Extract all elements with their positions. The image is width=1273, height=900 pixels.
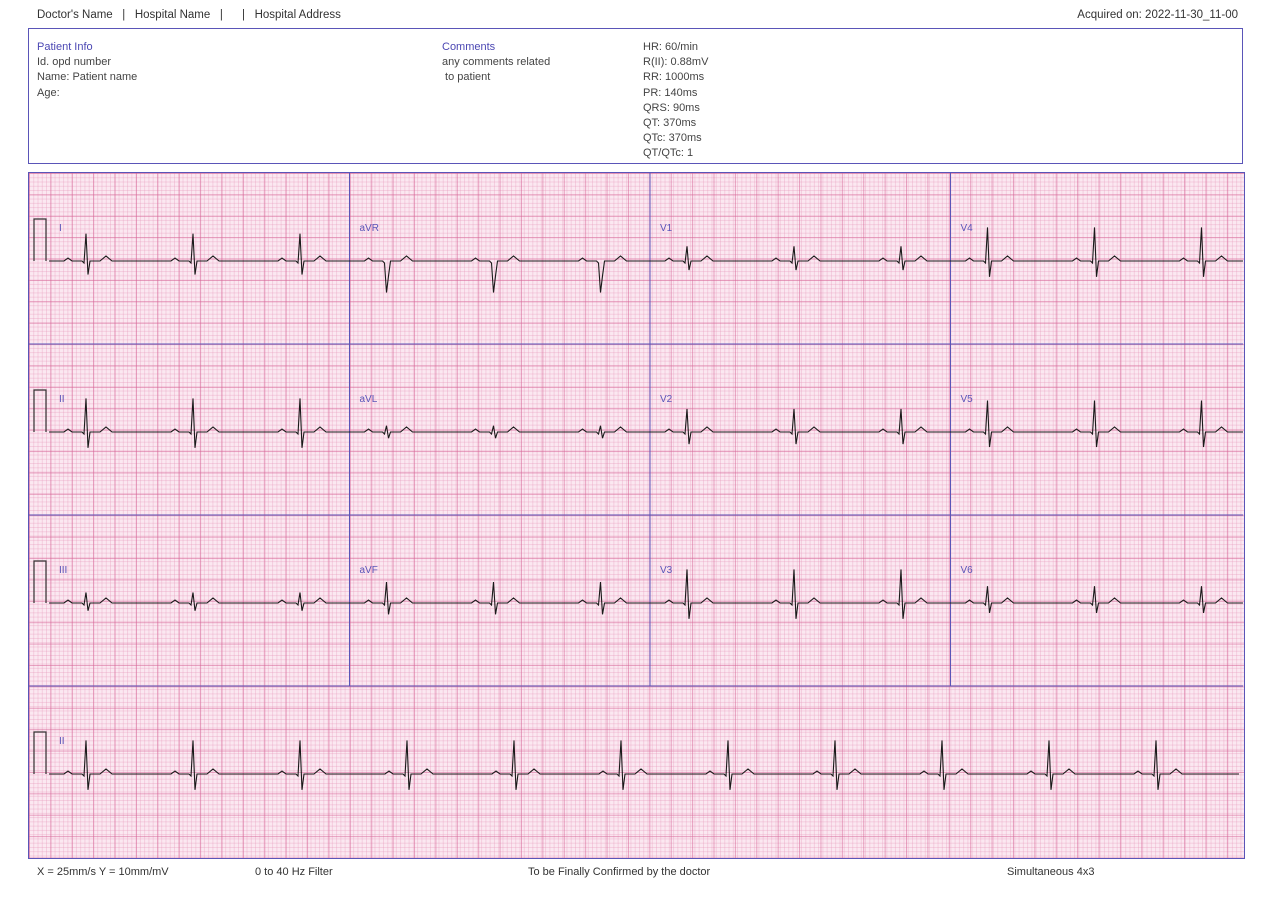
patient-name: Name: Patient name [37, 71, 138, 84]
doctor-hospital-line: Doctor's Name | Hospital Name | | Hospit… [37, 9, 341, 21]
ecg-trace-V2 [650, 408, 951, 445]
stat-qt: QT: 370ms [643, 117, 697, 130]
ecg-traces: IaVR V1 V4 II aVL V2 V5 III aVF V3 V6 II [29, 173, 1243, 790]
ecg-trace-aVL [349, 425, 650, 439]
lead-label: V4 [961, 223, 974, 234]
scale-info: X = 25mm/s Y = 10mm/mV [37, 866, 169, 878]
calibration-pulse [33, 560, 47, 603]
lead-label: I [59, 223, 62, 234]
patient-id: Id. opd number [37, 56, 111, 69]
patient-age: Age: [37, 86, 60, 99]
lead-label: III [59, 565, 67, 576]
stat-hr: HR: 60/min [643, 41, 699, 53]
calibration-pulse [33, 731, 47, 774]
lead-label: V6 [961, 565, 974, 576]
lead-label: II [59, 736, 65, 747]
lead-label: V2 [660, 394, 673, 405]
patient-info-title: Patient Info [37, 41, 93, 53]
ecg-trace-I [49, 233, 350, 275]
comments-title: Comments [442, 41, 496, 53]
lead-label: V3 [660, 565, 673, 576]
stat-qt-qtc: QT/QTc: 1 [643, 147, 694, 160]
info-box: Patient Info Id. opd number Name: Patien… [28, 28, 1243, 164]
ecg-trace-aVR [349, 255, 650, 293]
comments-section: Comments any comments related to patient [442, 40, 550, 86]
lead-label: V5 [961, 394, 974, 405]
ecg-trace-V3 [650, 569, 951, 619]
ecg-trace-aVF [349, 581, 650, 615]
comment-line: any comments related [442, 56, 551, 69]
confirmation-note: To be Finally Confirmed by the doctor [528, 866, 711, 878]
ecg-trace-V6 [950, 586, 1243, 614]
stat-qtc: QTc: 370ms [643, 132, 702, 145]
ecg-trace-V4 [950, 227, 1243, 277]
comment-line: to patient [442, 71, 491, 84]
stat-pr: PR: 140ms [643, 86, 698, 99]
stat-r-amplitude: R(II): 0.88mV [643, 56, 709, 69]
patient-info: Patient Info Id. opd number Name: Patien… [37, 40, 137, 101]
ecg-trace-II [49, 740, 1239, 790]
ecg-trace-V1 [650, 246, 951, 271]
ecg-trace-II [49, 398, 350, 448]
filter-info: 0 to 40 Hz Filter [255, 866, 333, 878]
stat-qrs: QRS: 90ms [643, 101, 700, 114]
lead-label: aVL [360, 394, 378, 405]
calibration-pulse [33, 389, 47, 432]
ecg-trace-V5 [950, 400, 1243, 448]
calibration-pulse [33, 218, 47, 261]
ecg-trace-III [49, 592, 350, 611]
lead-label: II [59, 394, 65, 405]
lead-label: aVR [360, 223, 379, 234]
lead-label: aVF [360, 565, 378, 576]
acquired-timestamp: Acquired on: 2022-11-30_11-00 [1077, 9, 1238, 21]
layout-info: Simultaneous 4x3 [1007, 866, 1095, 878]
stat-rr: RR: 1000ms [643, 71, 705, 84]
lead-label: V1 [660, 223, 673, 234]
ecg-grid: IaVR V1 V4 II aVL V2 V5 III aVF V3 V6 II [28, 172, 1245, 859]
ecg-stats: HR: 60/min R(II): 0.88mV RR: 1000ms PR: … [643, 40, 708, 162]
